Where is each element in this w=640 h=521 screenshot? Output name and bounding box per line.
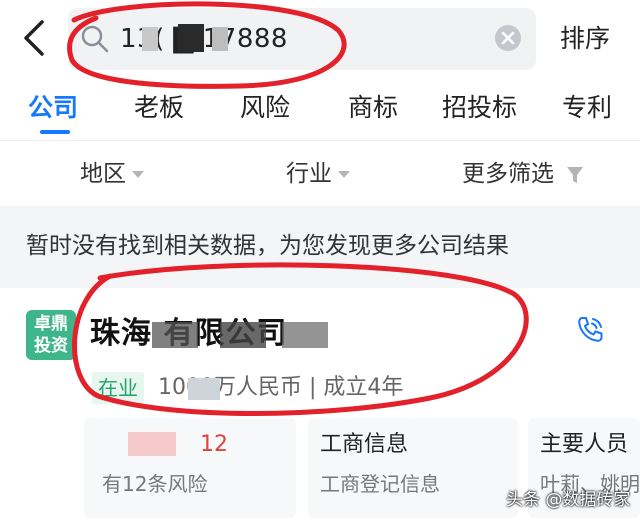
key-people-title: 主要人员 [540, 432, 629, 457]
back-arrow-icon[interactable] [18, 18, 52, 58]
risk-summary: 有12条风险 [102, 472, 208, 496]
tab-company[interactable]: 公司 [28, 90, 78, 126]
filter-region-label: 地区 [80, 161, 126, 187]
filter-region[interactable]: 地区 [80, 156, 144, 192]
redaction-mark [282, 322, 328, 348]
redaction-mark [212, 27, 228, 51]
risk-card[interactable] [84, 418, 296, 518]
tab-patent[interactable]: 专利 [562, 90, 612, 126]
phone-icon[interactable] [574, 314, 606, 346]
redaction-mark [188, 378, 220, 400]
filter-industry[interactable]: 行业 [286, 156, 350, 192]
caret-down-icon [132, 171, 144, 178]
divider [0, 140, 640, 141]
search-icon [81, 25, 109, 53]
tab-boss[interactable]: 老板 [134, 90, 184, 126]
redaction-mark [152, 322, 198, 348]
tab-bidding[interactable]: 招投标 [442, 90, 517, 126]
tab-risk[interactable]: 风险 [240, 90, 290, 126]
redaction-mark [142, 27, 158, 51]
filter-more[interactable]: 更多筛选 [462, 156, 584, 192]
company-logo[interactable]: 卓鼎 投资 [26, 310, 76, 360]
notice-text: 暂时没有找到相关数据，为您发现更多公司结果 [26, 233, 509, 259]
risk-count: 12 [200, 432, 228, 457]
funnel-icon [567, 166, 584, 183]
logo-text-line1: 卓鼎 [34, 314, 68, 334]
tab-trademark[interactable]: 商标 [348, 90, 398, 126]
business-info-subtitle: 工商登记信息 [320, 472, 440, 496]
redaction-mark [178, 24, 204, 52]
redaction-mark [128, 432, 176, 456]
filter-more-label: 更多筛选 [462, 161, 554, 187]
clear-icon[interactable] [494, 24, 522, 52]
logo-text-line2: 投资 [34, 336, 68, 356]
status-badge: 在业 [92, 372, 144, 404]
caret-down-icon [338, 171, 350, 178]
business-info-title: 工商信息 [320, 432, 409, 457]
sort-button[interactable]: 排序 [560, 22, 610, 56]
filter-industry-label: 行业 [286, 161, 332, 187]
redaction-mark [220, 322, 266, 348]
active-tab-indicator [40, 130, 70, 134]
watermark: 头条 @数据砖家 [506, 490, 631, 510]
